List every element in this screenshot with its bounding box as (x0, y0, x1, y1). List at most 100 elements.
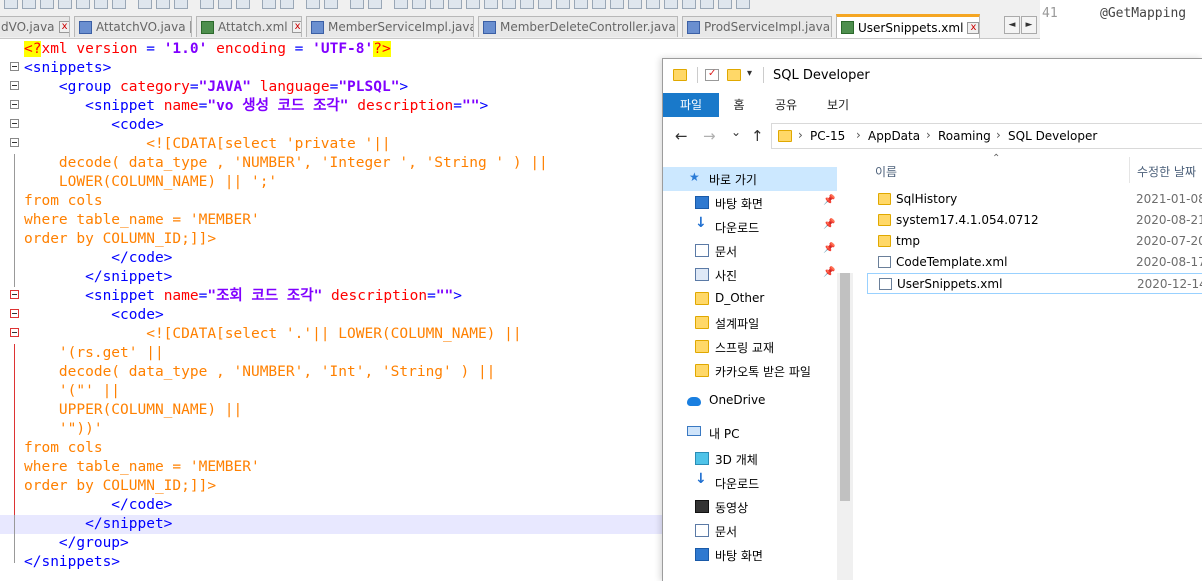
toolbar-button-icon[interactable] (306, 0, 320, 9)
toolbar-button-icon[interactable] (262, 0, 276, 9)
toolbar-button-icon[interactable] (430, 0, 444, 9)
tab-close-icon[interactable]: x (967, 21, 979, 34)
sidebar-item[interactable]: 카카오톡 받은 파일 (663, 359, 837, 383)
toolbar-button-icon[interactable] (218, 0, 232, 9)
toolbar-button-icon[interactable] (664, 0, 678, 9)
file-row[interactable]: UserSnippets.xml 2020-12-14 (867, 273, 1202, 294)
properties-icon[interactable]: ✓ (705, 68, 719, 81)
ribbon-tab-file[interactable]: 파일 (663, 93, 719, 117)
toolbar-button-icon[interactable] (200, 0, 214, 9)
breadcrumb-sql-developer[interactable]: SQL Developer (1008, 129, 1097, 143)
tab[interactable]: MemberDeleteController.javax (478, 16, 678, 37)
sidebar-item[interactable]: 스프링 교재 (663, 335, 837, 359)
toolbar-button-icon[interactable] (574, 0, 588, 9)
sidebar-item[interactable]: 바탕 화면 (663, 543, 837, 567)
sidebar-item[interactable]: 문서 (663, 519, 837, 543)
fold-collapse-icon[interactable] (10, 290, 19, 299)
toolbar-button-icon[interactable] (610, 0, 624, 9)
toolbar-button-icon[interactable] (156, 0, 170, 9)
breadcrumb-roaming[interactable]: Roaming (938, 129, 991, 143)
tab-scroll-left-button[interactable]: ◄ (1004, 16, 1020, 34)
toolbar-button-icon[interactable] (174, 0, 188, 9)
toolbar-button-icon[interactable] (646, 0, 660, 9)
toolbar-button-icon[interactable] (58, 0, 72, 9)
forward-button[interactable]: → (703, 127, 716, 145)
toolbar-button-icon[interactable] (628, 0, 642, 9)
file-row[interactable]: SqlHistory 2021-01-08 (867, 189, 1202, 210)
fold-collapse-icon[interactable] (10, 100, 19, 109)
sidebar-item[interactable]: 내 PC (663, 421, 837, 445)
toolbar-button-icon[interactable] (40, 0, 54, 9)
tab-scroll-right-button[interactable]: ► (1021, 16, 1037, 34)
sidebar-item[interactable]: 사진 📌 (663, 263, 837, 287)
sidebar-item[interactable]: D_Other (663, 287, 837, 311)
sidebar-item[interactable]: ★ 바로 가기 (663, 167, 837, 191)
column-header-modified[interactable]: 수정한 날짜 (1137, 163, 1196, 180)
up-button[interactable]: ↑ (751, 127, 764, 145)
tab[interactable]: AttatchVO.javax (74, 16, 192, 37)
sidebar-item[interactable]: 동영상 (663, 495, 837, 519)
toolbar-button-icon[interactable] (538, 0, 552, 9)
toolbar-button-icon[interactable] (682, 0, 696, 9)
fold-collapse-icon[interactable] (10, 81, 19, 90)
toolbar-button-icon[interactable] (556, 0, 570, 9)
breadcrumb-pc[interactable]: PC-15 (810, 129, 845, 143)
breadcrumb-appdata[interactable]: AppData (868, 129, 920, 143)
toolbar-button-icon[interactable] (76, 0, 90, 9)
toolbar-button-icon[interactable] (22, 0, 36, 9)
toolbar-button-icon[interactable] (350, 0, 364, 9)
nav-scrollbar[interactable] (837, 273, 853, 580)
tab[interactable]: Attatch.xml x (196, 16, 302, 37)
toolbar-button-icon[interactable] (502, 0, 516, 9)
back-button[interactable]: ← (675, 127, 688, 145)
toolbar-button-icon[interactable] (112, 0, 126, 9)
tab[interactable]: dVO.java x (0, 16, 70, 37)
sidebar-item[interactable]: ↓ 다운로드 📌 (663, 215, 837, 239)
sidebar-item[interactable]: ↓ 다운로드 (663, 471, 837, 495)
toolbar-button-icon[interactable] (4, 0, 18, 9)
ribbon-tab-share[interactable]: 공유 (771, 93, 801, 117)
sidebar-item[interactable]: 바탕 화면 📌 (663, 191, 837, 215)
tab-close-icon[interactable]: x (291, 21, 301, 33)
ribbon-tab-home[interactable]: 홈 (729, 93, 749, 117)
fold-collapse-icon[interactable] (10, 328, 19, 337)
toolbar-button-icon[interactable] (592, 0, 606, 9)
toolbar-button-icon[interactable] (718, 0, 732, 9)
column-header-name[interactable]: 이름 (875, 163, 897, 180)
toolbar-button-icon[interactable] (324, 0, 338, 9)
sidebar-item[interactable]: 설계파일 (663, 311, 837, 335)
new-folder-icon[interactable] (727, 69, 741, 81)
toolbar-button-icon[interactable] (138, 0, 152, 9)
toolbar-button-icon[interactable] (484, 0, 498, 9)
toolbar-button-icon[interactable] (448, 0, 462, 9)
tab-active[interactable]: UserSnippets.xml x (836, 14, 980, 38)
toolbar-button-icon[interactable] (736, 0, 750, 9)
sidebar-item[interactable]: 문서 📌 (663, 239, 837, 263)
sidebar-item[interactable]: OneDrive (663, 389, 837, 413)
tab-close-icon[interactable]: x (58, 21, 69, 33)
file-row[interactable]: system17.4.1.054.0712 2020-08-21 (867, 210, 1202, 231)
toolbar-button-icon[interactable] (412, 0, 426, 9)
toolbar-button-icon[interactable] (236, 0, 250, 9)
fold-collapse-icon[interactable] (10, 138, 19, 147)
toolbar-button-icon[interactable] (520, 0, 534, 9)
toolbar-button-icon[interactable] (94, 0, 108, 9)
sidebar-item[interactable]: 3D 개체 (663, 447, 837, 471)
toolbar-button-icon[interactable] (280, 0, 294, 9)
column-divider[interactable] (1129, 157, 1130, 183)
customize-quick-access-icon[interactable]: ▾ (747, 68, 752, 79)
address-bar[interactable]: › PC-15 › AppData › Roaming › SQL Develo… (771, 123, 1202, 149)
tab[interactable]: ProdServiceImpl.javax (682, 16, 832, 37)
nav-scroll-thumb[interactable] (840, 273, 850, 501)
fold-collapse-icon[interactable] (10, 309, 19, 318)
file-row[interactable]: tmp 2020-07-20 (867, 231, 1202, 252)
toolbar-button-icon[interactable] (368, 0, 382, 9)
fold-collapse-icon[interactable] (10, 119, 19, 128)
toolbar-button-icon[interactable] (700, 0, 714, 9)
ribbon-tab-view[interactable]: 보기 (823, 93, 853, 117)
file-row[interactable]: CodeTemplate.xml 2020-08-17 (867, 252, 1202, 273)
tab-close-icon[interactable]: x (189, 21, 191, 33)
recent-locations-button[interactable]: ⌄ (731, 125, 741, 139)
toolbar-button-icon[interactable] (394, 0, 408, 9)
tab[interactable]: MemberServiceImpl.javax (306, 16, 474, 37)
